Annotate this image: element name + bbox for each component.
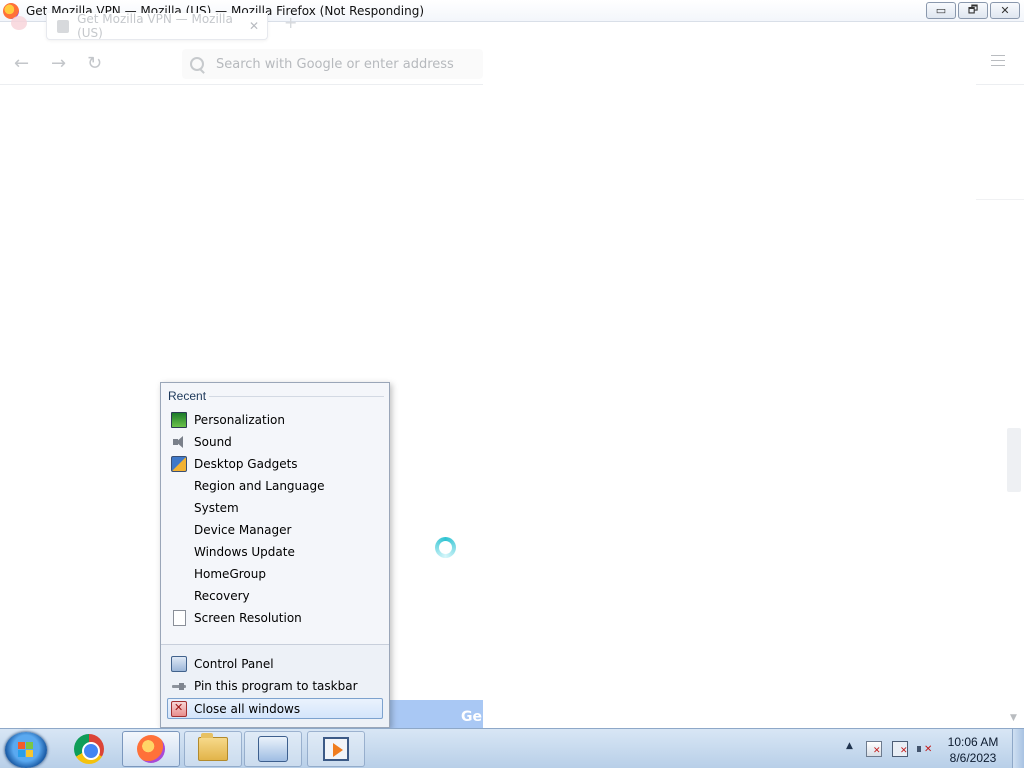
search-icon <box>190 57 204 71</box>
task-label: Control Panel <box>194 656 274 671</box>
jump-item-system[interactable]: System <box>167 497 383 518</box>
task-label: Close all windows <box>194 701 301 716</box>
network-icon[interactable] <box>892 741 908 757</box>
gadgets-icon <box>171 455 187 472</box>
jump-list-heading: Recent <box>168 389 207 403</box>
reload-button[interactable]: ↻ <box>87 53 102 74</box>
jump-item-label: System <box>194 500 239 515</box>
pin-to-taskbar-task[interactable]: Pin this program to taskbar <box>167 675 383 696</box>
taskbar-chrome-button[interactable] <box>60 731 118 767</box>
taskbar-jump-list: Recent Personalization Sound Desktop Gad… <box>160 382 390 728</box>
toolbar-divider-right <box>976 84 1024 85</box>
close-all-windows-task[interactable]: Close all windows <box>167 698 383 719</box>
browser-tab[interactable]: Get Mozilla VPN — Mozilla (US) ✕ <box>46 12 268 40</box>
volume-icon[interactable] <box>916 741 932 757</box>
heading-divider <box>209 396 384 397</box>
tab-favicon-icon <box>57 19 70 33</box>
media-player-icon <box>323 737 349 761</box>
document-icon <box>173 609 186 626</box>
maximize-button[interactable]: 🗗 <box>958 2 988 19</box>
firefox-icon <box>137 735 165 763</box>
jump-item-label: Screen Resolution <box>194 610 302 625</box>
navigation-toolbar: ← → ↻ Search with Google or enter addres… <box>0 44 483 84</box>
jump-item-device-manager[interactable]: Device Manager <box>167 519 383 540</box>
taskbar-media-player-button[interactable] <box>307 731 365 767</box>
clock-time: 10:06 AM <box>947 735 999 749</box>
jump-item-sound[interactable]: Sound <box>167 431 383 452</box>
chrome-icon <box>74 734 104 764</box>
close-button[interactable]: ✕ <box>990 2 1020 19</box>
folder-icon <box>198 733 228 761</box>
forward-button[interactable]: → <box>51 53 66 74</box>
speaker-icon <box>171 434 187 450</box>
address-placeholder: Search with Google or enter address <box>216 56 454 72</box>
toolbar-divider <box>0 84 483 85</box>
control-panel-icon <box>171 655 187 672</box>
back-button[interactable]: ← <box>14 53 29 74</box>
firefox-view-icon[interactable] <box>11 16 27 30</box>
action-center-flag-icon[interactable] <box>866 741 882 757</box>
taskbar-explorer-button[interactable] <box>184 731 242 767</box>
jump-item-homegroup[interactable]: HomeGroup <box>167 563 383 584</box>
jump-item-region-language[interactable]: Region and Language <box>167 475 383 496</box>
taskbar-control-panel-button[interactable] <box>244 731 302 767</box>
busy-cursor-icon <box>435 537 456 558</box>
tab-close-icon[interactable]: ✕ <box>249 19 259 33</box>
jump-item-label: HomeGroup <box>194 566 266 581</box>
page-cta-text: Ge <box>461 709 482 725</box>
control-panel-icon <box>258 736 288 762</box>
task-label: Pin this program to taskbar <box>194 678 358 693</box>
taskbar: ▲ 10:06 AM 8/6/2023 <box>0 728 1024 768</box>
new-tab-button[interactable]: + <box>284 13 297 32</box>
scrollbar-thumb[interactable] <box>1007 428 1021 492</box>
minimize-button[interactable]: ▭ <box>926 2 956 19</box>
address-bar[interactable]: Search with Google or enter address <box>182 49 483 79</box>
jump-item-screen-resolution[interactable]: Screen Resolution <box>167 607 383 628</box>
jump-item-label: Windows Update <box>194 544 295 559</box>
jump-item-label: Personalization <box>194 412 285 427</box>
scroll-down-arrow-icon[interactable]: ▼ <box>1010 713 1017 723</box>
jump-item-personalization[interactable]: Personalization <box>167 409 383 430</box>
jump-item-label: Recovery <box>194 588 250 603</box>
control-panel-task[interactable]: Control Panel <box>167 653 383 674</box>
hamburger-menu-icon[interactable] <box>991 55 1005 67</box>
tab-title: Get Mozilla VPN — Mozilla (US) <box>77 12 233 40</box>
jump-item-recovery[interactable]: Recovery <box>167 585 383 606</box>
jump-item-label: Desktop Gadgets <box>194 456 298 471</box>
show-hidden-icons-button[interactable]: ▲ <box>846 741 853 751</box>
system-clock[interactable]: 10:06 AM 8/6/2023 <box>938 734 1008 766</box>
start-button[interactable] <box>5 732 47 768</box>
pin-icon <box>171 678 187 694</box>
show-desktop-button[interactable] <box>1012 729 1024 768</box>
jump-item-label: Region and Language <box>194 478 325 493</box>
jump-item-desktop-gadgets[interactable]: Desktop Gadgets <box>167 453 383 474</box>
windows-logo-icon <box>18 742 35 758</box>
taskbar-firefox-button[interactable] <box>122 731 180 767</box>
jump-item-label: Device Manager <box>194 522 292 537</box>
content-divider <box>976 199 1024 200</box>
jump-item-windows-update[interactable]: Windows Update <box>167 541 383 562</box>
jump-item-label: Sound <box>194 434 232 449</box>
clock-date: 8/6/2023 <box>949 751 997 765</box>
close-windows-icon <box>171 700 187 717</box>
personalization-icon <box>171 411 187 428</box>
